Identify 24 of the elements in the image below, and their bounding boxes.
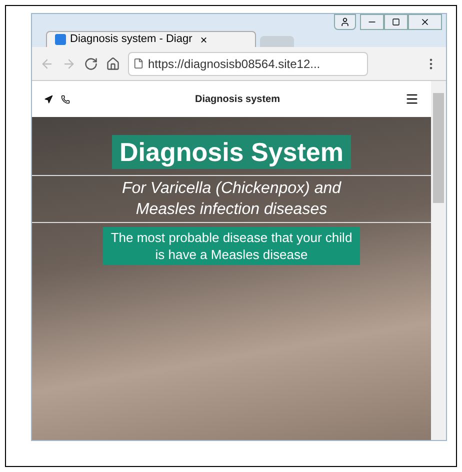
maximize-button[interactable] <box>384 14 408 30</box>
address-bar[interactable]: https://diagnosisb08564.site12... <box>128 52 368 76</box>
hero-title: Diagnosis System <box>112 135 352 169</box>
document-icon <box>55 34 66 45</box>
phone-icon[interactable] <box>61 94 70 104</box>
scrollbar-thumb[interactable] <box>433 93 444 203</box>
reload-icon[interactable] <box>84 56 98 70</box>
tab-close-button[interactable]: × <box>200 30 208 48</box>
maximize-icon <box>392 18 400 26</box>
result-message: The most probable disease that your child is have a Measles disease <box>102 227 360 265</box>
site-title: Diagnosis system <box>194 92 282 106</box>
page-icon <box>133 58 144 69</box>
profile-button[interactable] <box>334 14 356 30</box>
user-icon <box>340 17 350 27</box>
scrollbar[interactable] <box>431 81 446 440</box>
location-icon[interactable] <box>44 94 53 104</box>
menu-icon[interactable] <box>405 92 419 106</box>
hero-subtitle: For Varicella (Chickenpox) and Measles infection diseases <box>122 179 342 220</box>
close-window-button[interactable] <box>408 14 442 30</box>
tab-title: Diagnosis system - Diagr <box>70 32 192 48</box>
close-icon <box>420 17 430 27</box>
url-text: https://diagnosisb08564.site12... <box>148 56 320 72</box>
browser-tab[interactable]: Diagnosis system - Diagr × <box>46 31 256 47</box>
home-icon[interactable] <box>106 56 120 70</box>
